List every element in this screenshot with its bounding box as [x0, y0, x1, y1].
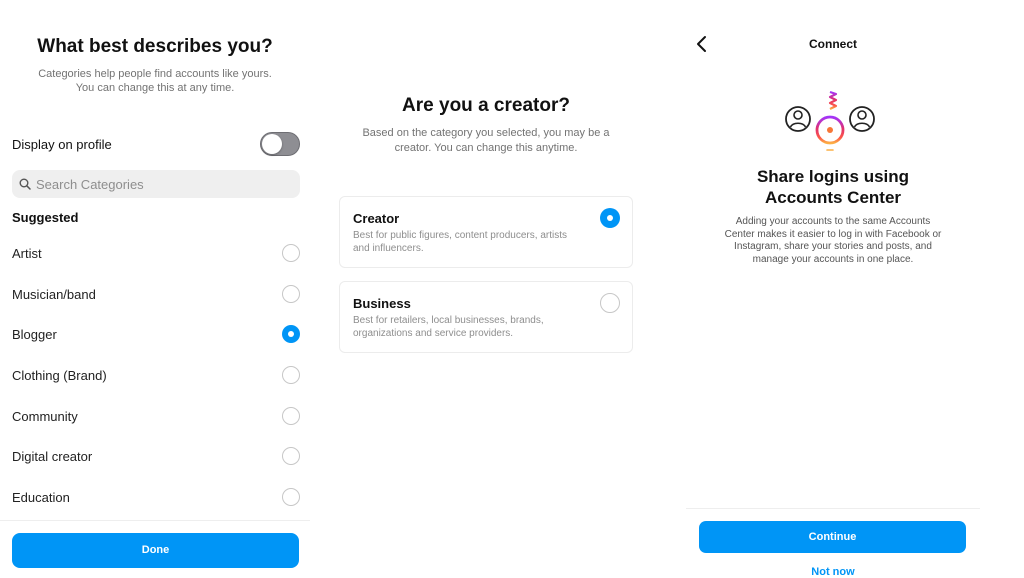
display-on-profile-label: Display on profile	[12, 137, 112, 152]
account-type-option-business[interactable]: Business Best for retailers, local busin…	[339, 281, 633, 353]
description-line: manage your accounts in one place.	[752, 253, 914, 265]
connect-screen: Connect Share logins using Accounts Cent…	[686, 0, 980, 578]
title-line: Share logins using	[756, 167, 910, 186]
display-on-profile-toggle[interactable]	[260, 132, 300, 156]
description-line: Adding your accounts to the same Account…	[735, 216, 931, 227]
category-radio[interactable]	[282, 366, 300, 385]
header-title: Connect	[809, 37, 857, 51]
category-item-artist[interactable]: Artist	[12, 232, 300, 273]
category-screen: What best describes you? Categories help…	[0, 0, 312, 576]
subtitle-line: You can change this at any time.	[75, 82, 235, 94]
description-line: Instagram, share your stories and posts,…	[734, 241, 932, 252]
subtitle-line: creator. You can change this anytime.	[394, 142, 578, 154]
toggle-knob	[262, 134, 282, 154]
creator-screen: Are you a creator? Based on the category…	[330, 0, 642, 576]
option-description: Best for public figures, content produce…	[353, 229, 573, 255]
category-radio[interactable]	[282, 447, 300, 466]
continue-button[interactable]: Continue	[699, 521, 966, 553]
option-radio[interactable]	[600, 293, 620, 313]
accounts-key-icon	[785, 84, 875, 151]
subtitle-line: Categories help people find accounts lik…	[38, 68, 272, 80]
description-line: Best for retailers, local businesses, br…	[353, 315, 544, 326]
category-item-education[interactable]: Education	[12, 476, 300, 517]
option-title: Business	[353, 296, 411, 311]
option-radio-selected[interactable]	[600, 208, 620, 228]
not-now-link[interactable]: Not now	[686, 566, 980, 578]
page-title: What best describes you?	[37, 36, 273, 57]
description-text: Adding your accounts to the same Account…	[708, 216, 958, 266]
category-radio[interactable]	[282, 244, 300, 262]
category-radio[interactable]	[282, 488, 300, 507]
category-item-musician-band[interactable]: Musician/band	[12, 273, 300, 314]
option-title: Creator	[353, 211, 400, 226]
divider	[0, 520, 310, 521]
display-on-profile-row: Display on profile	[12, 132, 300, 158]
category-label: Digital creator	[12, 449, 93, 465]
category-item-community[interactable]: Community	[12, 395, 300, 436]
category-item-clothing-brand[interactable]: Clothing (Brand)	[12, 354, 300, 395]
done-button[interactable]: Done	[12, 533, 299, 568]
category-label: Community	[12, 408, 78, 424]
category-item-blogger[interactable]: Blogger	[12, 313, 300, 354]
account-type-option-creator[interactable]: Creator Best for public figures, content…	[339, 196, 633, 268]
category-radio[interactable]	[282, 406, 300, 425]
page-title: Are you a creator?	[402, 95, 570, 116]
page-subtitle: Categories help people find accounts lik…	[10, 67, 300, 95]
page-title: Share logins using Accounts Center	[686, 166, 980, 208]
page-subtitle: Based on the category you selected, you …	[348, 126, 624, 156]
option-description: Best for retailers, local businesses, br…	[353, 314, 573, 340]
category-label: Blogger	[12, 327, 57, 343]
subtitle-line: Based on the category you selected, you …	[362, 127, 610, 139]
suggested-heading: Suggested	[12, 210, 79, 225]
description-line: Best for public figures, content produce…	[353, 230, 567, 241]
category-list: Artist Musician/band Blogger Clothing (B…	[12, 232, 300, 517]
description-line: Center makes it easier to log in with Fa…	[724, 228, 942, 240]
category-label: Musician/band	[12, 286, 96, 302]
title-line: Accounts Center	[764, 188, 902, 207]
category-label: Education	[12, 490, 70, 506]
search-bar	[12, 170, 300, 198]
search-input[interactable]	[36, 170, 291, 198]
category-item-digital-creator[interactable]: Digital creator	[12, 435, 300, 476]
description-line: and influencers.	[353, 243, 424, 254]
description-line: organizations and service providers.	[353, 328, 514, 339]
category-radio[interactable]	[282, 284, 300, 303]
category-label: Artist	[12, 246, 42, 261]
search-icon	[19, 178, 31, 190]
category-radio-selected[interactable]	[282, 325, 300, 344]
divider	[686, 508, 980, 509]
category-label: Clothing (Brand)	[12, 368, 107, 384]
